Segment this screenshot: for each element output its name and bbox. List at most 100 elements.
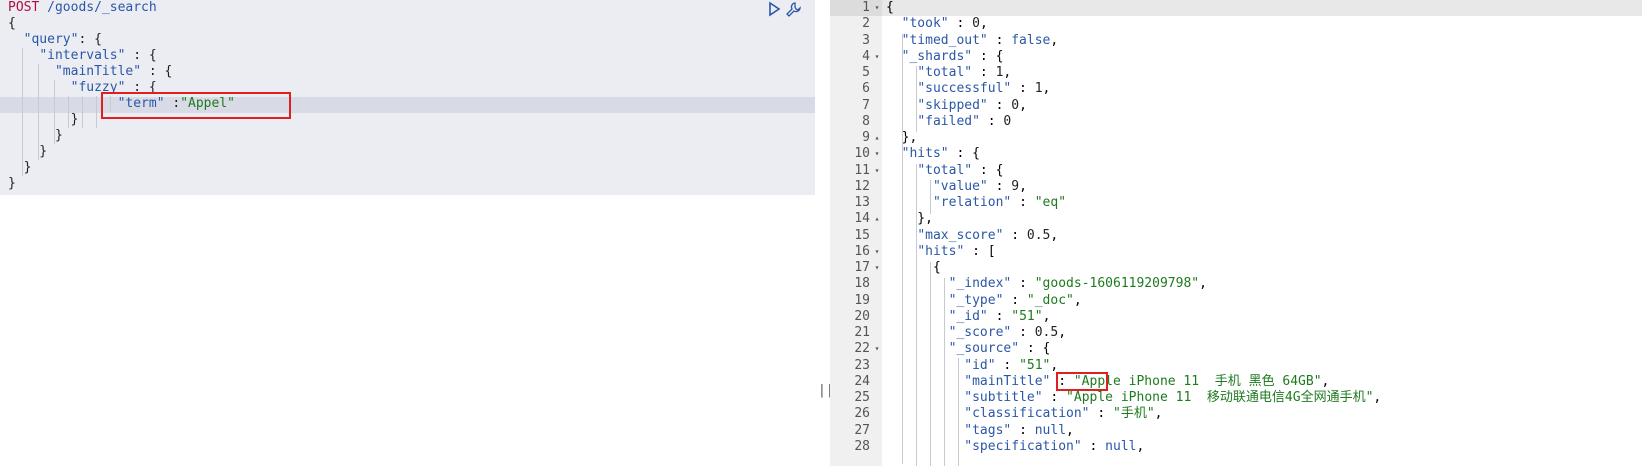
response-code: "total" : 1, — [917, 65, 1012, 80]
response-line: 5 "total" : 1, — [830, 65, 1642, 81]
line-number: 17 — [854, 260, 870, 275]
response-code: "_shards" : { — [901, 48, 1004, 64]
line-number: 13 — [854, 195, 870, 210]
response-code: "skipped" : 0, — [917, 97, 1027, 113]
indent-guide — [68, 96, 69, 128]
response-line: 6 "successful" : 1, — [830, 81, 1642, 97]
request-code-line: "mainTitle" : { — [54, 64, 173, 79]
fold-toggle-icon[interactable]: ▾ — [872, 341, 882, 357]
indent-guide — [916, 66, 917, 132]
fold-toggle-icon[interactable]: ▴ — [872, 130, 882, 146]
response-code: "id" : "51", — [964, 357, 1059, 373]
fold-toggle-icon[interactable]: ▾ — [872, 49, 882, 65]
term-highlight-box — [101, 92, 291, 119]
line-number: 28 — [854, 438, 870, 454]
response-code: "timed_out" : false, — [901, 32, 1059, 48]
line-number: 12 — [854, 178, 870, 194]
response-line: 13 "relation" : "eq" — [830, 195, 1642, 211]
http-method: POST — [8, 0, 40, 15]
line-number: 20 — [854, 308, 870, 324]
response-line: 11 ▾ "total" : { — [830, 163, 1642, 179]
indent-guide — [916, 164, 917, 466]
response-line: 15 "max_score" : 0.5, — [830, 228, 1642, 244]
request-line: POST /goods/_search — [8, 0, 157, 16]
response-line: 22 ▾ "_source" : { — [830, 341, 1642, 357]
response-code: "subtitle" : "Apple iPhone 11 移动联通电信4G全网… — [964, 390, 1382, 405]
fold-toggle-icon[interactable]: ▾ — [872, 260, 882, 276]
apple-highlight-box — [1056, 372, 1108, 391]
response-line: 1 ▾ { — [830, 0, 1642, 16]
response-line: 10 ▾ "hits" : { — [830, 146, 1642, 162]
indent-guide — [930, 262, 931, 466]
request-code-line: } — [8, 160, 32, 175]
response-code: }, — [886, 211, 933, 227]
response-code: "_source" : { — [948, 341, 1051, 357]
wrench-icon[interactable] — [785, 1, 801, 17]
response-line: 4 ▾ "_shards" : { — [830, 49, 1642, 65]
line-number: 18 — [854, 276, 870, 292]
line-number: 24 — [854, 373, 870, 389]
request-panel: POST /goods/_search { "query": { "interv… — [0, 0, 815, 466]
response-code: "relation" : "eq" — [932, 195, 1067, 210]
response-line: 18 "_index" : "goods-1606119209798", — [830, 276, 1642, 292]
response-code: "_index" : "goods-1606119209798", — [948, 276, 1207, 292]
response-line: 28 "specification" : null, — [830, 439, 1642, 455]
line-number: 10 — [854, 146, 870, 162]
splitter-grip-icon[interactable]: || — [818, 384, 834, 398]
line-number: 5 — [862, 65, 870, 80]
line-number: 22 — [854, 341, 870, 357]
response-line: 7 "skipped" : 0, — [830, 98, 1642, 114]
indent-guide — [54, 80, 55, 144]
response-line: 21 "_score" : 0.5, — [830, 325, 1642, 341]
response-code: "tags" : null, — [964, 422, 1074, 438]
fold-toggle-icon[interactable]: ▾ — [872, 244, 882, 260]
line-number: 8 — [862, 113, 870, 129]
line-number: 21 — [854, 325, 870, 340]
indent-guide — [958, 358, 959, 466]
line-number: 1 — [862, 0, 870, 15]
line-number: 9 — [862, 130, 870, 145]
line-number: 15 — [854, 227, 870, 243]
indent-guide — [82, 96, 83, 128]
response-panel: 1 ▾{2 "took" : 0, 3 "timed_out" : false, 4 ▾… — [830, 0, 1642, 466]
request-code-line: } — [8, 144, 48, 159]
line-number: 6 — [862, 81, 870, 97]
line-number: 11 — [854, 162, 870, 178]
indent-guide — [902, 34, 903, 464]
response-line: 9 ▴ }, — [830, 130, 1642, 146]
play-icon[interactable] — [766, 1, 782, 17]
fold-toggle-icon[interactable]: ▾ — [872, 0, 882, 16]
response-code: "took" : 0, — [901, 16, 988, 32]
line-number: 3 — [862, 32, 870, 48]
indent-guide — [22, 48, 23, 176]
line-number: 7 — [862, 97, 870, 113]
line-number: 2 — [862, 16, 870, 32]
line-number: 27 — [854, 422, 870, 438]
response-line: 8 "failed" : 0 — [830, 114, 1642, 130]
response-line: 12 "value" : 9, — [830, 179, 1642, 195]
response-line: 17 ▾ { — [830, 260, 1642, 276]
request-path: /goods/_search — [39, 0, 157, 15]
request-code-line: { — [8, 16, 16, 31]
request-code-line: "query": { — [23, 32, 102, 47]
request-code-line: } — [8, 176, 16, 191]
response-line: 26 "classification" : "手机", — [830, 406, 1642, 422]
fold-toggle-icon[interactable]: ▾ — [872, 146, 882, 162]
response-line: 24 "mainTitle" : "Apple iPhone 11 手机 黑色 … — [830, 374, 1642, 390]
line-number: 16 — [854, 243, 870, 259]
response-line: 3 "timed_out" : false, — [830, 33, 1642, 49]
editor-left-edge — [6, 0, 7, 195]
line-number: 14 — [854, 211, 870, 227]
response-code: "failed" : 0 — [917, 113, 1012, 129]
response-code: "_score" : 0.5, — [948, 325, 1067, 340]
indent-guide — [96, 96, 97, 128]
response-code: { — [886, 260, 941, 275]
fold-toggle-icon[interactable]: ▴ — [872, 211, 882, 227]
response-line: 16 ▾ "hits" : [ — [830, 244, 1642, 260]
request-editor[interactable]: POST /goods/_search { "query": { "interv… — [0, 0, 815, 195]
response-code: "_id" : "51", — [948, 308, 1051, 324]
response-code: "value" : 9, — [932, 178, 1027, 194]
response-line: 2 "took" : 0, — [830, 16, 1642, 32]
fold-toggle-icon[interactable]: ▾ — [872, 163, 882, 179]
response-line: 27 "tags" : null, — [830, 423, 1642, 439]
